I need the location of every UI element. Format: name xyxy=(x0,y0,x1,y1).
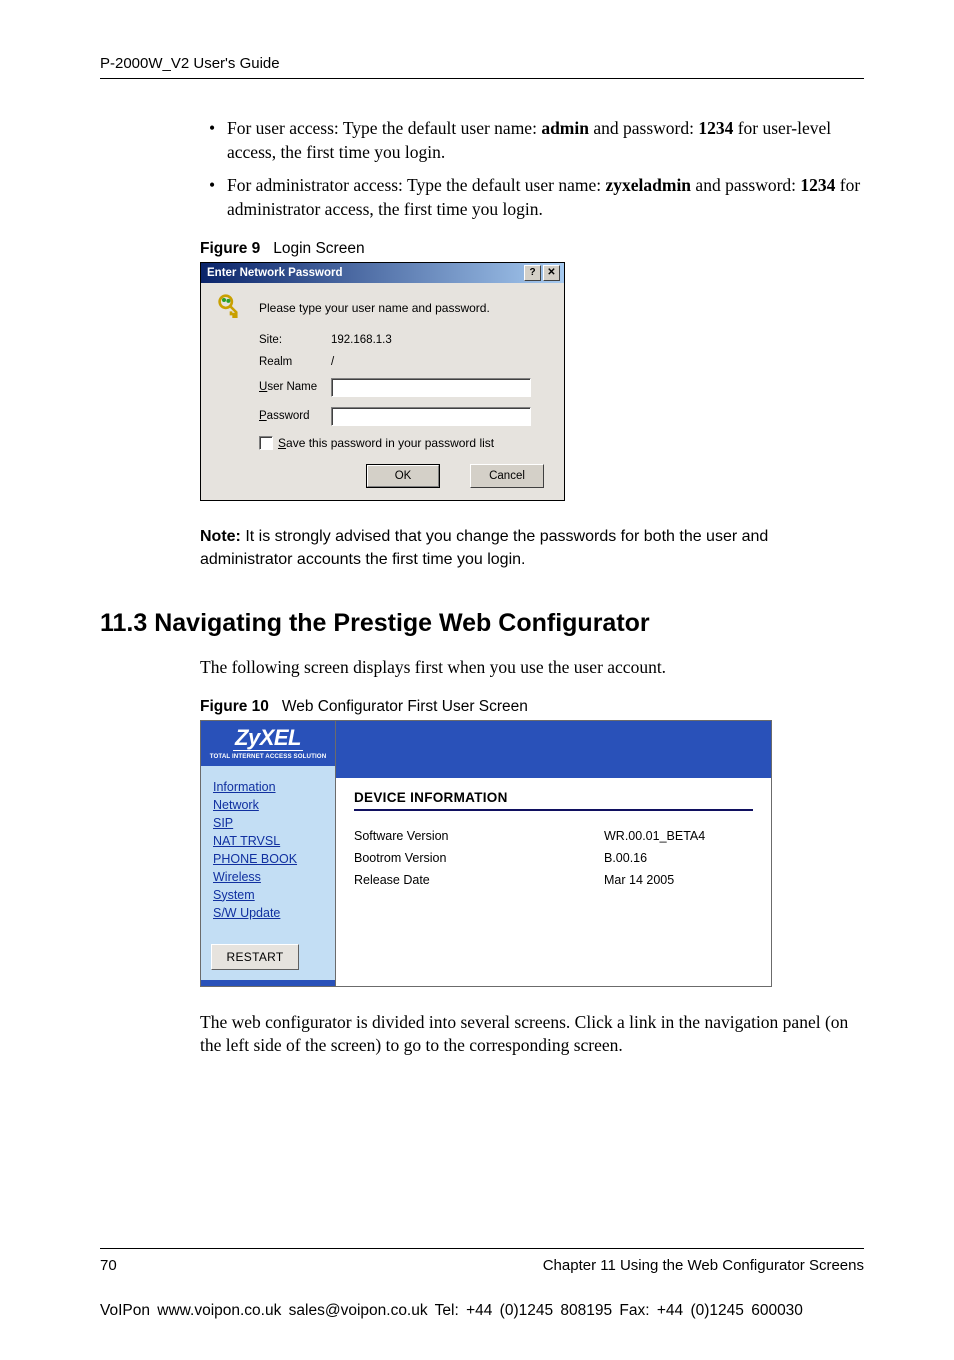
figure-10-caption: Figure 10 Web Configurator First User Sc… xyxy=(200,698,864,716)
sidebar-item-network[interactable]: Network xyxy=(213,798,325,812)
realm-label: Realm xyxy=(259,356,331,368)
site-label: Site: xyxy=(259,334,331,346)
password-field[interactable] xyxy=(331,407,531,426)
site-value: 192.168.1.3 xyxy=(331,334,392,346)
section-heading: 11.3 Navigating the Prestige Web Configu… xyxy=(100,609,864,638)
figure-9-caption: Figure 9 Login Screen xyxy=(200,240,864,258)
key-icon xyxy=(217,310,245,324)
save-password-label: Save this password in your password list xyxy=(278,436,494,450)
sidebar-item-information[interactable]: Information xyxy=(213,780,325,794)
dialog-prompt: Please type your user name and password. xyxy=(259,301,490,315)
distributor-line: VoIPon www.voipon.co.uk sales@voipon.co.… xyxy=(100,1302,864,1320)
list-item: For administrator access: Type the defau… xyxy=(204,174,864,221)
sidebar-item-sw-update[interactable]: S/W Update xyxy=(213,906,325,920)
device-info-heading: DEVICE INFORMATION xyxy=(354,790,753,811)
logo: ZyXEL TOTAL INTERNET ACCESS SOLUTION xyxy=(201,721,335,766)
figure-9: Enter Network Password ? ✕ Please type y… xyxy=(200,262,864,501)
realm-value: / xyxy=(331,356,334,368)
table-row: Release Date Mar 14 2005 xyxy=(354,873,753,887)
running-header: P-2000W_V2 User's Guide xyxy=(100,55,864,79)
bullet-list: For user access: Type the default user n… xyxy=(100,117,864,222)
username-label: User Name xyxy=(259,381,331,393)
sidebar-item-phone-book[interactable]: PHONE BOOK xyxy=(213,852,325,866)
body-text: The following screen displays first when… xyxy=(200,656,864,680)
sidebar-item-nat-trvsl[interactable]: NAT TRVSL xyxy=(213,834,325,848)
sidebar: ZyXEL TOTAL INTERNET ACCESS SOLUTION Inf… xyxy=(201,721,336,986)
help-icon[interactable]: ? xyxy=(524,265,541,281)
page-number: 70 xyxy=(100,1257,117,1274)
username-field[interactable] xyxy=(331,378,531,397)
table-row: Bootrom Version B.00.16 xyxy=(354,851,753,865)
chapter-title: Chapter 11 Using the Web Configurator Sc… xyxy=(543,1257,864,1274)
nav-links: Information Network SIP NAT TRVSL PHONE … xyxy=(201,766,335,934)
sidebar-item-wireless[interactable]: Wireless xyxy=(213,870,325,884)
table-row: Software Version WR.00.01_BETA4 xyxy=(354,829,753,843)
ok-button[interactable]: OK xyxy=(366,464,440,488)
note-paragraph: Note: It is strongly advised that you ch… xyxy=(200,525,864,571)
page-footer: 70 Chapter 11 Using the Web Configurator… xyxy=(100,1248,864,1274)
sidebar-item-sip[interactable]: SIP xyxy=(213,816,325,830)
login-dialog: Enter Network Password ? ✕ Please type y… xyxy=(200,262,565,501)
dialog-title: Enter Network Password xyxy=(207,267,522,279)
cancel-button[interactable]: Cancel xyxy=(470,464,544,488)
figure-10: ZyXEL TOTAL INTERNET ACCESS SOLUTION Inf… xyxy=(200,720,864,987)
web-configurator: ZyXEL TOTAL INTERNET ACCESS SOLUTION Inf… xyxy=(200,720,772,987)
save-password-checkbox[interactable] xyxy=(259,436,273,450)
sidebar-divider xyxy=(201,980,335,986)
top-band xyxy=(336,721,771,778)
password-label: Password xyxy=(259,410,331,422)
body-text: The web configurator is divided into sev… xyxy=(200,1011,864,1058)
close-icon[interactable]: ✕ xyxy=(543,265,560,281)
dialog-titlebar: Enter Network Password ? ✕ xyxy=(201,263,564,283)
restart-button[interactable]: RESTART xyxy=(211,944,299,970)
list-item: For user access: Type the default user n… xyxy=(204,117,864,164)
sidebar-item-system[interactable]: System xyxy=(213,888,325,902)
